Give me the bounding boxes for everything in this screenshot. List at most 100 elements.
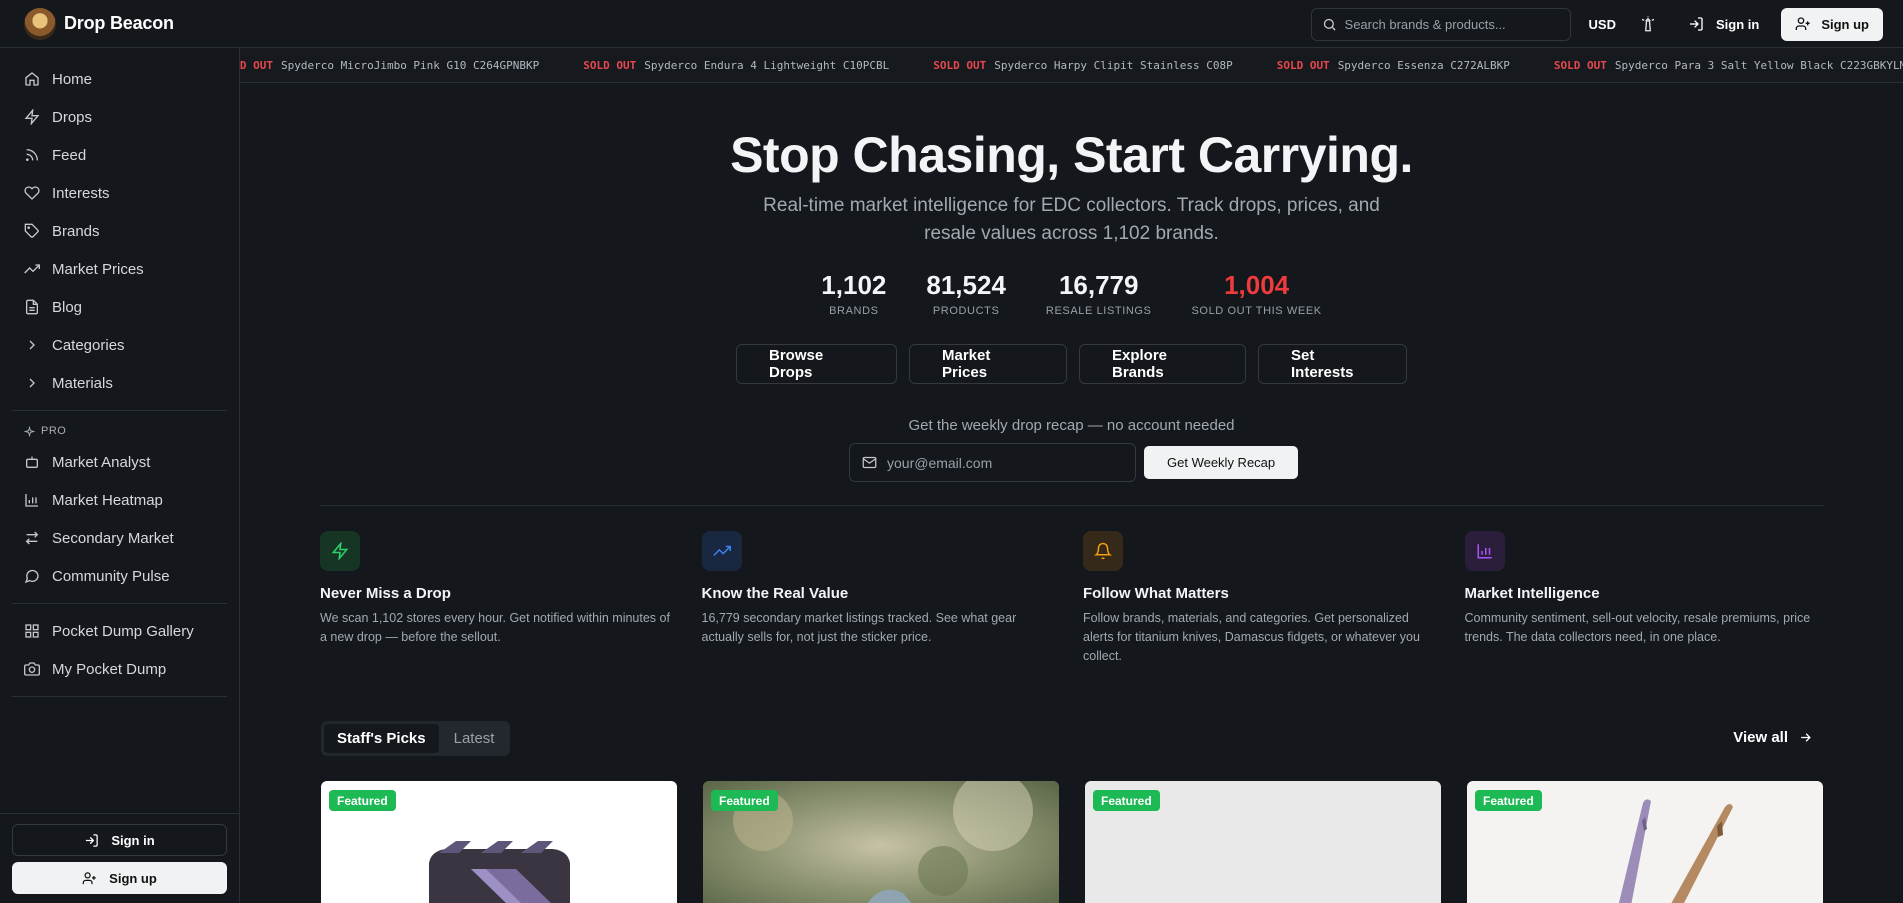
stat-value: 1,004 — [1224, 270, 1290, 300]
feature-icon-box — [1464, 531, 1505, 571]
sign-up-label: Sign up — [1821, 16, 1869, 32]
sidebar-item-secondary-market[interactable]: Secondary Market — [0, 519, 239, 557]
explore-brands-button[interactable]: Explore Brands — [1079, 344, 1246, 384]
sidebar-item-market-prices[interactable]: Market Prices — [0, 250, 239, 288]
section-divider — [320, 505, 1824, 506]
sidebar-item-label: Pocket Dump Gallery — [52, 622, 194, 640]
stat-brands: 1,102 BRANDS — [821, 270, 886, 317]
feature-text: Community sentiment, sell-out velocity, … — [1464, 611, 1811, 644]
features-row: Never Miss a Drop We scan 1,102 stores e… — [320, 531, 1824, 666]
stat-label: SOLD OUT THIS WEEK — [1191, 305, 1322, 317]
feature-title: Know the Real Value — [701, 585, 849, 602]
sidebar-item-home[interactable]: Home — [0, 60, 239, 98]
sidebar-sign-up-button[interactable]: Sign up — [12, 862, 227, 894]
ticker-item[interactable]: SOLD OUT Spyderco Para 3 Salt Yellow Blac… — [1554, 59, 1903, 72]
stat-label: BRANDS — [829, 305, 879, 317]
sidebar-item-feed[interactable]: Feed — [0, 136, 239, 174]
sidebar-item-brands[interactable]: Brands — [0, 212, 239, 250]
product-card[interactable]: Featured — [703, 781, 1059, 903]
message-circle-icon — [24, 569, 39, 584]
market-prices-button[interactable]: Market Prices — [909, 344, 1067, 384]
email-field[interactable] — [849, 443, 1136, 482]
featured-badge: Featured — [1093, 790, 1160, 811]
chevron-right-icon — [29, 378, 35, 388]
tab-staffs-picks[interactable]: Staff's Picks — [324, 724, 439, 753]
sidebar-item-label: Home — [52, 70, 93, 88]
recap-form: Get Weekly Recap — [849, 443, 1299, 482]
sidebar-item-materials[interactable]: Materials — [0, 364, 239, 402]
main-content: Stop Chasing, Start Carrying. Real-time … — [240, 84, 1903, 903]
sold-out-badge: SOLD OUT — [240, 58, 273, 72]
sidebar-sign-in-button[interactable]: Sign in — [12, 824, 227, 856]
sidebar-item-drops[interactable]: Drops — [0, 98, 239, 136]
sidebar-item-market-heatmap[interactable]: Market Heatmap — [0, 481, 239, 519]
sidebar-item-pocket-dump-gallery[interactable]: Pocket Dump Gallery — [0, 612, 239, 650]
stat-sold-out: 1,004 SOLD OUT THIS WEEK — [1192, 270, 1322, 317]
ticker-product: Spyderco Endura 4 Lightweight C10PCBL — [644, 58, 890, 72]
search-input[interactable] — [1344, 16, 1545, 32]
email-input[interactable] — [887, 454, 1117, 471]
trending-up-icon — [24, 264, 40, 274]
sold-out-ticker: SOLD OUT Spyderco MicroJimbo Pink G10 C26… — [240, 48, 1903, 83]
lighthouse-icon — [1641, 16, 1655, 32]
hero-subtitle: Real-time market intelligence for EDC co… — [763, 195, 1380, 244]
stat-resale-listings: 16,779 RESALE LISTINGS — [1046, 270, 1152, 317]
sidebar-item-label: Blog — [52, 298, 83, 316]
sign-in-label: Sign in — [1715, 16, 1760, 32]
sidebar-divider — [12, 603, 227, 604]
ticker-item[interactable]: SOLD OUT Spyderco Harpy Clipit Stainless … — [933, 59, 1232, 72]
cta-row: Browse Drops Market Prices Explore Brand… — [240, 344, 1903, 384]
sold-out-badge: SOLD OUT — [1553, 58, 1607, 72]
pro-section-label: PRO — [0, 419, 239, 443]
sidebar-item-interests[interactable]: Interests — [0, 174, 239, 212]
feature-real-value: Know the Real Value 16,779 secondary mar… — [701, 531, 1062, 666]
tab-latest[interactable]: Latest — [441, 724, 508, 753]
sidebar-auth: Sign in Sign up — [0, 813, 239, 903]
product-card[interactable]: Featured — [321, 781, 677, 903]
sidebar-item-my-pocket-dump[interactable]: My Pocket Dump — [0, 650, 239, 688]
sidebar-item-categories[interactable]: Categories — [0, 326, 239, 364]
sign-up-button[interactable]: Sign up — [1781, 7, 1883, 41]
user-plus-icon — [82, 871, 96, 884]
product-card[interactable]: Featured — [1467, 781, 1823, 903]
feature-text: 16,779 secondary market listings tracked… — [701, 611, 1017, 644]
ticker-item[interactable]: SOLD OUT Spyderco Endura 4 Lightweight C1… — [583, 59, 889, 72]
sidebar-item-label: Categories — [52, 336, 125, 354]
view-all-label: View all — [1733, 729, 1788, 746]
mail-icon — [862, 456, 877, 469]
grid-icon — [25, 624, 39, 638]
arrows-swap-icon — [25, 531, 39, 545]
camera-icon — [24, 662, 40, 676]
ticker-product: Spyderco Para 3 Salt Yellow Black C223GB… — [1614, 58, 1903, 72]
sidebar-item-market-analyst[interactable]: Market Analyst — [0, 443, 239, 481]
hero-title: Stop Chasing, Start Carrying. — [730, 127, 1413, 183]
ticker-item[interactable]: SOLD OUT Spyderco Essenza C272ALBKP — [1277, 59, 1510, 72]
bell-icon — [1094, 542, 1112, 560]
sidebar-item-label: Feed — [52, 146, 87, 164]
sign-in-button[interactable]: Sign in — [1688, 16, 1759, 32]
feature-title: Follow What Matters — [1083, 585, 1229, 602]
search-icon — [1323, 18, 1336, 31]
search-box[interactable] — [1310, 7, 1571, 41]
sidebar-item-label: Materials — [52, 374, 113, 392]
sidebar-item-blog[interactable]: Blog — [0, 288, 239, 326]
sidebar-divider — [12, 410, 227, 411]
view-all-link[interactable]: View all — [1733, 729, 1813, 746]
feature-follow: Follow What Matters Follow brands, mater… — [1083, 531, 1443, 666]
brand-logo[interactable]: Drop Beacon — [0, 7, 240, 40]
ticker-item[interactable]: SOLD OUT Spyderco MicroJimbo Pink G10 C26… — [240, 59, 539, 72]
top-bar: Drop Beacon USD Sign in Sign up — [0, 0, 1903, 48]
product-cards: Featured Featured Featured Featured — [321, 781, 1823, 903]
currency-selector[interactable]: USD — [1589, 17, 1616, 32]
feature-icon-box — [320, 531, 360, 571]
pro-label-text: PRO — [41, 425, 67, 437]
sold-out-badge: SOLD OUT — [933, 58, 987, 72]
sidebar-item-label: Brands — [52, 222, 100, 240]
weekly-recap-button[interactable]: Get Weekly Recap — [1144, 446, 1299, 479]
browse-drops-button[interactable]: Browse Drops — [736, 344, 897, 384]
product-card[interactable]: Featured — [1085, 781, 1441, 903]
stat-value: 1,102 — [821, 270, 887, 300]
sidebar-item-community-pulse[interactable]: Community Pulse — [0, 557, 239, 595]
set-interests-button[interactable]: Set Interests — [1258, 344, 1407, 384]
theme-toggle-button[interactable] — [1636, 12, 1660, 36]
